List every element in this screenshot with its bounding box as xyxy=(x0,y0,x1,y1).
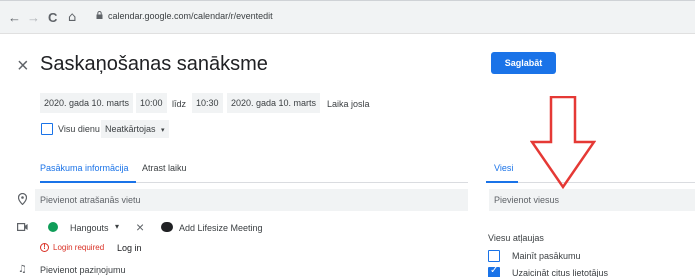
url-text: calendar.google.com/calendar/r/eventedit xyxy=(108,11,273,21)
timezone-link[interactable]: Laika josla xyxy=(327,99,370,109)
login-required-label: Login required xyxy=(53,243,105,252)
bell-icon: ♫ xyxy=(18,264,27,275)
all-day-label: Visu dienu xyxy=(58,124,100,134)
start-time-field[interactable]: 10:00 xyxy=(136,93,167,113)
hangouts-icon xyxy=(48,222,58,232)
guest-permissions-title: Viesu atļaujas xyxy=(488,233,544,243)
until-label: līdz xyxy=(172,99,187,109)
active-tab-indicator xyxy=(40,181,136,183)
tab-event-details[interactable]: Pasākuma informācija xyxy=(40,163,129,173)
remove-conference-icon[interactable]: × xyxy=(136,219,144,235)
event-title-input[interactable]: Saskaņošanas sanāksme xyxy=(40,53,268,76)
invite-others-label: Uzaicināt citus lietotājus xyxy=(512,268,609,277)
tab-guests[interactable]: Viesi xyxy=(494,163,513,173)
address-bar[interactable]: calendar.google.com/calendar/r/eventedit xyxy=(88,6,695,28)
all-day-checkbox[interactable] xyxy=(41,123,53,135)
save-button[interactable]: Saglabāt xyxy=(491,52,556,74)
lifesize-icon xyxy=(161,222,173,232)
invite-others-checkbox[interactable] xyxy=(488,265,500,277)
lock-icon xyxy=(96,11,103,19)
conference-select[interactable]: Hangouts xyxy=(70,223,109,233)
modify-event-label: Mainīt pasākumu xyxy=(512,251,581,261)
repeat-dropdown[interactable]: Neatkārtojas ▾ xyxy=(101,120,169,138)
error-icon: ! xyxy=(40,243,49,252)
location-icon xyxy=(18,193,27,205)
location-input[interactable]: Pievienot atrašanās vietu xyxy=(35,189,468,211)
home-icon[interactable]: ⌂ xyxy=(68,11,76,24)
add-guests-input[interactable]: Pievienot viesus xyxy=(489,189,695,211)
reload-icon[interactable]: C xyxy=(48,11,57,24)
video-icon xyxy=(17,223,28,231)
browser-toolbar: ← → C ⌂ calendar.google.com/calendar/r/e… xyxy=(0,0,695,33)
forward-icon[interactable]: → xyxy=(27,11,40,24)
end-date-field[interactable]: 2020. gada 10. marts xyxy=(227,93,321,113)
end-time-field[interactable]: 10:30 xyxy=(192,93,223,113)
close-icon[interactable]: × xyxy=(17,56,29,76)
back-icon[interactable]: ← xyxy=(8,11,21,24)
guests-tab-indicator xyxy=(486,181,518,183)
login-link[interactable]: Log in xyxy=(117,243,142,253)
start-date-field[interactable]: 2020. gada 10. marts xyxy=(40,93,134,113)
modify-event-checkbox[interactable] xyxy=(488,250,500,262)
add-lifesize-button[interactable]: Add Lifesize Meeting xyxy=(179,223,263,233)
annotation-arrow-icon xyxy=(530,96,596,189)
tab-find-time[interactable]: Atrast laiku xyxy=(142,163,187,173)
add-notification-link[interactable]: Pievienot paziņojumu xyxy=(40,265,126,275)
chevron-down-icon[interactable]: ▾ xyxy=(115,222,119,231)
repeat-value: Neatkārtojas xyxy=(105,124,156,134)
chevron-down-icon: ▾ xyxy=(161,126,165,134)
toolbar-divider xyxy=(0,33,695,34)
